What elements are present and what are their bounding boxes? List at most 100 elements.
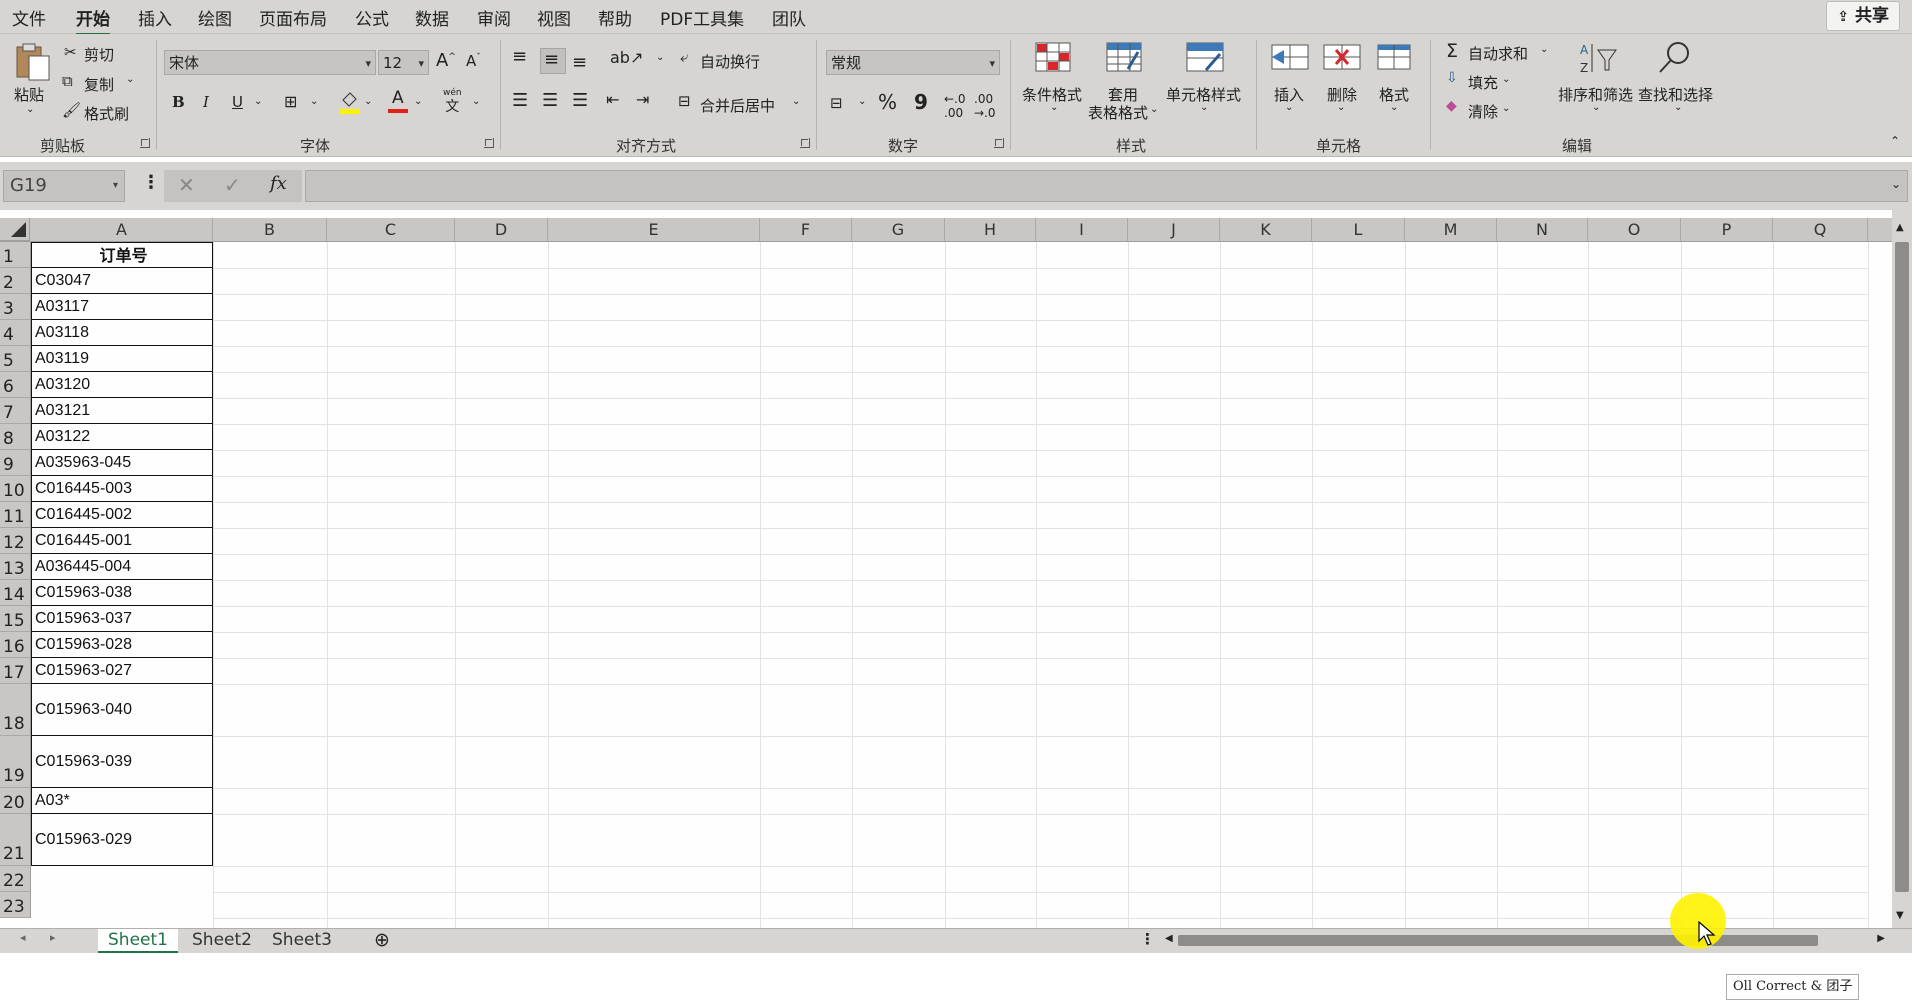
accounting-icon[interactable]: ⊟ xyxy=(830,94,843,112)
row-header-14[interactable]: 14 xyxy=(0,580,30,606)
underline-dropdown-icon[interactable]: ⌄ xyxy=(254,96,262,107)
orientation-dropdown-icon[interactable]: ⌄ xyxy=(656,52,664,63)
row-header-19[interactable]: 19 xyxy=(0,736,30,788)
format-as-table-line2[interactable]: 表格格式 xyxy=(1088,102,1148,123)
clear-button[interactable]: 清除 xyxy=(1468,101,1498,122)
autosum-icon[interactable]: Σ xyxy=(1446,40,1458,62)
order-number-cell[interactable]: C015963-028 xyxy=(31,632,213,658)
phonetic-dropdown-icon[interactable]: ⌄ xyxy=(472,96,480,107)
formula-input[interactable]: ⌄ xyxy=(305,170,1908,202)
copy-dropdown-icon[interactable]: ⌄ xyxy=(126,74,134,85)
align-middle-icon[interactable]: ≡ xyxy=(540,48,566,74)
format-as-table-icon[interactable] xyxy=(1106,42,1142,76)
order-number-cell[interactable]: C016445-002 xyxy=(31,502,213,528)
column-header-b[interactable]: B xyxy=(213,218,327,241)
row-header-2[interactable]: 2 xyxy=(0,268,30,294)
menu-team[interactable]: 团队 xyxy=(772,5,806,30)
column-header-a[interactable]: A xyxy=(31,218,213,241)
align-right-icon[interactable]: ☰ xyxy=(572,90,588,111)
cell-styles-dropdown-icon[interactable]: ⌄ xyxy=(1200,102,1208,113)
name-box[interactable]: G19 ▾ xyxy=(3,170,125,202)
merge-center-button[interactable]: 合并后居中 xyxy=(700,95,775,116)
clipboard-launcher-icon[interactable] xyxy=(140,138,150,148)
order-number-cell[interactable]: C015963-040 xyxy=(31,684,213,736)
bold-button[interactable]: B xyxy=(172,93,185,111)
menu-review[interactable]: 审阅 xyxy=(477,5,511,30)
format-cells-icon[interactable] xyxy=(1376,42,1412,76)
row-header-5[interactable]: 5 xyxy=(0,346,30,372)
menu-view[interactable]: 视图 xyxy=(537,5,571,30)
font-color-dropdown-icon[interactable]: ⌄ xyxy=(414,96,422,107)
align-left-icon[interactable]: ☰ xyxy=(512,90,528,111)
worksheet-grid[interactable]: ABCDEFGHIJKLMNOPQ 1 2 3 4 5 6 7 8 9 10 11 12 13 14 15 1… xyxy=(0,210,1892,1000)
order-number-cell[interactable]: A036445-004 xyxy=(31,554,213,580)
paste-button[interactable]: 粘贴 xyxy=(14,84,44,105)
next-sheet-icon[interactable]: ▸ xyxy=(50,931,56,944)
column-header-i[interactable]: I xyxy=(1036,218,1128,241)
row-header-17[interactable]: 17 xyxy=(0,658,30,684)
comma-button[interactable]: 9 xyxy=(914,90,928,114)
horizontal-scrollbar[interactable]: ◀ ▶ xyxy=(1165,933,1885,948)
copy-button[interactable]: 复制 xyxy=(84,74,114,95)
row-header-7[interactable]: 7 xyxy=(0,398,30,424)
sheet-tab-2[interactable]: Sheet2 xyxy=(182,929,262,951)
order-number-cell[interactable]: C03047 xyxy=(31,268,213,294)
row-header-13[interactable]: 13 xyxy=(0,554,30,580)
font-color-icon[interactable]: A xyxy=(388,88,408,114)
search-icon[interactable] xyxy=(1656,40,1692,80)
scroll-left-icon[interactable]: ◀ xyxy=(1165,933,1173,944)
column-header-m[interactable]: M xyxy=(1405,218,1497,241)
paste-dropdown-icon[interactable]: ⌄ xyxy=(26,104,34,115)
column-header-p[interactable]: P xyxy=(1681,218,1773,241)
autosum-button[interactable]: 自动求和 xyxy=(1468,43,1528,64)
order-number-cell[interactable]: A03119 xyxy=(31,346,213,372)
cut-button[interactable]: 剪切 xyxy=(84,44,114,65)
paste-icon[interactable] xyxy=(14,42,52,86)
row-header-21[interactable]: 21 xyxy=(0,814,30,866)
align-center-icon[interactable]: ☰ xyxy=(542,90,558,111)
row-header-6[interactable]: 6 xyxy=(0,372,30,398)
order-number-cell[interactable]: C015963-038 xyxy=(31,580,213,606)
order-number-cell[interactable]: C016445-003 xyxy=(31,476,213,502)
italic-button[interactable]: I xyxy=(203,93,209,111)
scroll-up-icon[interactable]: ▲ xyxy=(1896,222,1904,233)
row-header-20[interactable]: 20 xyxy=(0,788,30,814)
order-number-cell[interactable]: C015963-039 xyxy=(31,736,213,788)
font-size-select[interactable]: 12 ▾ xyxy=(378,50,429,75)
column-header-n[interactable]: N xyxy=(1497,218,1588,241)
wrap-text-icon[interactable]: ⤶ xyxy=(680,48,688,66)
column-header-o[interactable]: O xyxy=(1588,218,1681,241)
order-number-cell[interactable]: A03121 xyxy=(31,398,213,424)
share-button[interactable]: ⇪ 共享 xyxy=(1826,1,1900,31)
column-header-c[interactable]: C xyxy=(327,218,455,241)
cancel-icon[interactable]: ✕ xyxy=(178,173,195,197)
column-header-f[interactable]: F xyxy=(760,218,852,241)
row-header-3[interactable]: 3 xyxy=(0,294,30,320)
order-number-cell[interactable]: C015963-029 xyxy=(31,814,213,866)
menu-draw[interactable]: 绘图 xyxy=(198,5,232,30)
insert-function-button[interactable]: fx xyxy=(270,173,287,194)
number-launcher-icon[interactable] xyxy=(994,138,1004,148)
order-number-cell[interactable]: A03* xyxy=(31,788,213,814)
percent-button[interactable]: % xyxy=(878,90,897,114)
menu-pdf-tools[interactable]: PDF工具集 xyxy=(660,5,744,30)
order-number-cell[interactable]: C015963-027 xyxy=(31,658,213,684)
insert-dropdown-icon[interactable]: ⌄ xyxy=(1285,102,1293,113)
font-launcher-icon[interactable] xyxy=(484,138,494,148)
column-header-j[interactable]: J xyxy=(1128,218,1220,241)
increase-indent-icon[interactable]: ⇥ xyxy=(636,90,649,109)
scroll-down-icon[interactable]: ▼ xyxy=(1896,910,1904,921)
border-dropdown-icon[interactable]: ⌄ xyxy=(310,96,318,107)
column-header-g[interactable]: G xyxy=(852,218,945,241)
eraser-icon[interactable]: ◆ xyxy=(1446,98,1457,114)
menu-help[interactable]: 帮助 xyxy=(598,5,632,30)
row-header-10[interactable]: 10 xyxy=(0,476,30,502)
orientation-icon[interactable]: ab↗ xyxy=(610,48,643,67)
conditional-dropdown-icon[interactable]: ⌄ xyxy=(1050,102,1058,113)
fill-button[interactable]: 填充 xyxy=(1468,72,1498,93)
row-header-16[interactable]: 16 xyxy=(0,632,30,658)
format-table-dropdown-icon[interactable]: ⌄ xyxy=(1150,104,1158,115)
decrease-indent-icon[interactable]: ⇤ xyxy=(606,90,619,109)
menu-page-layout[interactable]: 页面布局 xyxy=(259,5,327,30)
vertical-scroll-thumb[interactable] xyxy=(1895,242,1909,892)
